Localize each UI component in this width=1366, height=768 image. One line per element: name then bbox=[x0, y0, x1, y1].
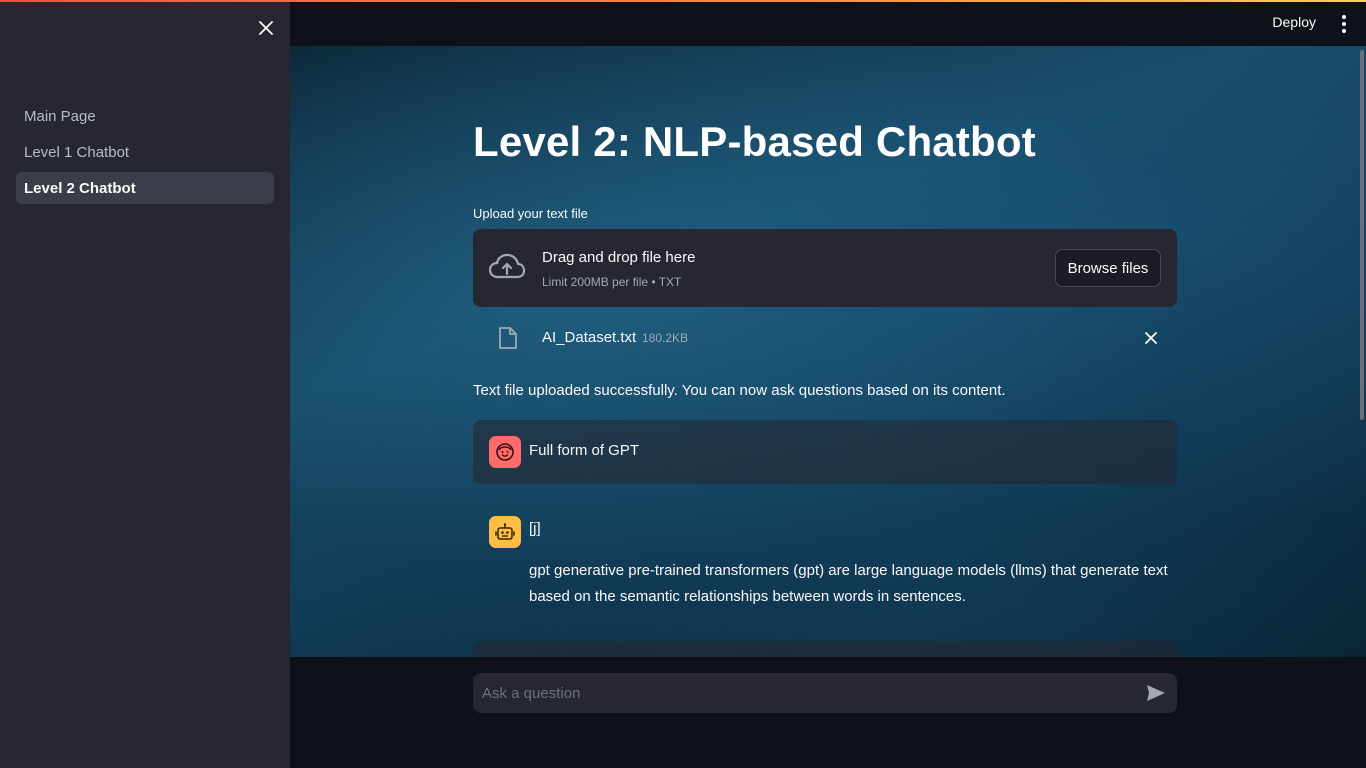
chat-input-area bbox=[290, 657, 1366, 768]
upload-success-message: Text file uploaded successfully. You can… bbox=[473, 382, 1006, 399]
upload-label: Upload your text file bbox=[473, 206, 588, 221]
app-header: Deploy bbox=[290, 2, 1366, 46]
user-message-text: Full form of GPT bbox=[529, 442, 640, 459]
browse-files-button[interactable]: Browse files bbox=[1055, 249, 1161, 287]
bot-message-header: [j] bbox=[529, 520, 541, 537]
close-sidebar-icon[interactable] bbox=[254, 16, 278, 40]
main-area: Level 2: NLP-based Chatbot Upload your t… bbox=[290, 46, 1366, 657]
uploaded-file: AI_Dataset.txt 180.2KB bbox=[473, 324, 1177, 354]
sidebar-item-label: Level 1 Chatbot bbox=[24, 143, 130, 161]
dropzone-title: Drag and drop file here bbox=[542, 249, 696, 266]
sidebar-item-main-page[interactable]: Main Page bbox=[16, 100, 274, 132]
chat-message-user: Full form of GPT bbox=[473, 420, 1177, 484]
sidebar-item-label: Level 2 Chatbot bbox=[24, 179, 136, 197]
sidebar-item-level-2-chatbot[interactable]: Level 2 Chatbot bbox=[16, 172, 274, 204]
sidebar-nav: Main Page Level 1 Chatbot Level 2 Chatbo… bbox=[16, 100, 274, 208]
sidebar-item-label: Main Page bbox=[24, 107, 96, 125]
deploy-button[interactable]: Deploy bbox=[1272, 14, 1316, 30]
chat-message-partial bbox=[473, 641, 1177, 657]
send-icon[interactable] bbox=[1146, 684, 1166, 702]
chat-input-field[interactable] bbox=[473, 673, 1123, 713]
file-icon bbox=[498, 326, 518, 350]
bot-avatar-icon bbox=[489, 516, 521, 548]
file-dropzone[interactable]: Drag and drop file here Limit 200MB per … bbox=[473, 229, 1177, 307]
chat-message-assistant: [j] gpt generative pre-trained transform… bbox=[473, 500, 1177, 610]
cloud-upload-icon bbox=[488, 253, 526, 283]
chat-input-box bbox=[473, 673, 1177, 713]
page-title: Level 2: NLP-based Chatbot bbox=[473, 118, 1036, 165]
file-name: AI_Dataset.txt bbox=[542, 329, 637, 346]
user-avatar-icon bbox=[489, 436, 521, 468]
top-decoration-bar bbox=[0, 0, 1366, 2]
file-size: 180.2KB bbox=[642, 331, 689, 345]
bot-message-text: gpt generative pre-trained transformers … bbox=[529, 562, 1168, 605]
remove-file-icon[interactable] bbox=[1143, 330, 1159, 346]
main-menu-icon[interactable] bbox=[1336, 12, 1352, 36]
sidebar: Main Page Level 1 Chatbot Level 2 Chatbo… bbox=[0, 2, 290, 768]
dropzone-subtitle: Limit 200MB per file • TXT bbox=[542, 275, 682, 289]
scrollbar[interactable] bbox=[1360, 50, 1364, 420]
sidebar-item-level-1-chatbot[interactable]: Level 1 Chatbot bbox=[16, 136, 274, 168]
